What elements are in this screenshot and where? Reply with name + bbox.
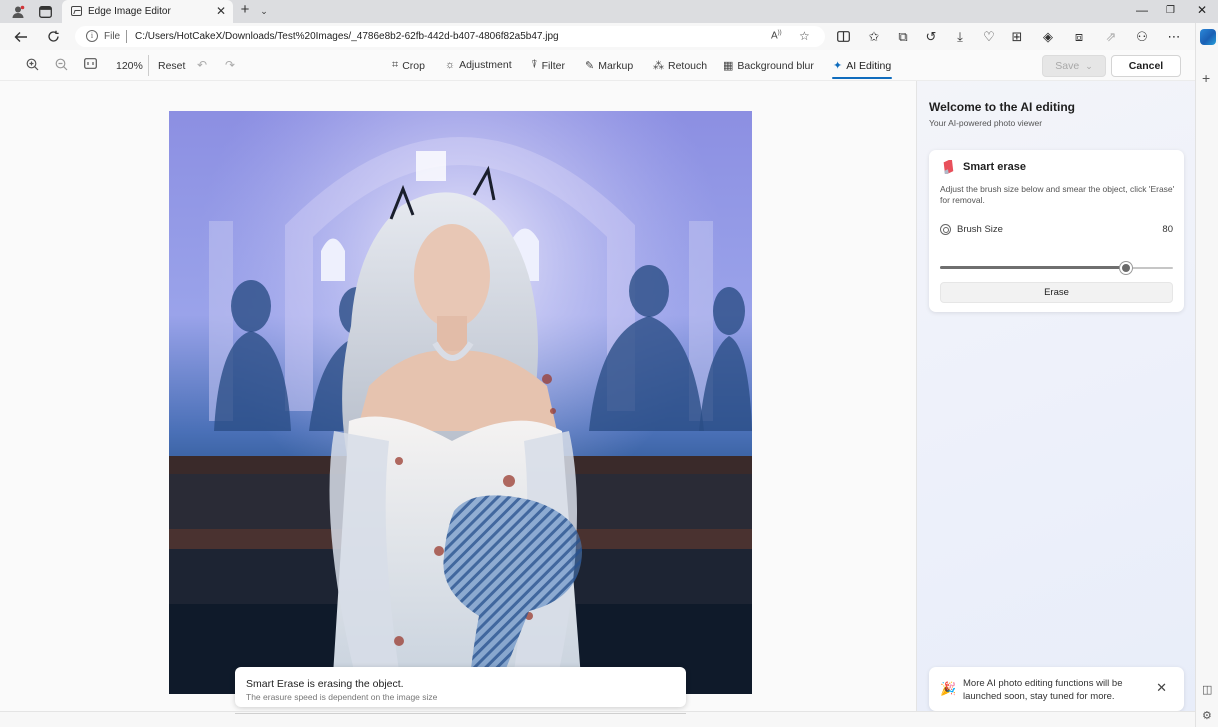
more-menu-icon[interactable]: ⋯ [1165, 28, 1183, 45]
copilot-icon[interactable] [1200, 29, 1216, 45]
tab-title: Edge Image Editor [88, 6, 171, 17]
favorite-star-icon[interactable]: ☆ [799, 29, 810, 43]
close-tab-icon[interactable]: ✕ [216, 4, 226, 18]
coming-soon-notice: 🎉 More AI photo editing functions will b… [929, 667, 1184, 711]
favorites-icon[interactable]: ✩ [865, 28, 883, 45]
navigation-bar: i File C:/Users/HotCakeX/Downloads/Test%… [0, 23, 1218, 50]
brush-size-value: 80 [1162, 224, 1173, 235]
active-tab-indicator [832, 77, 892, 79]
retouch-tool[interactable]: ⁂ Retouch [653, 59, 708, 73]
profile-icon[interactable] [10, 4, 26, 19]
crop-label: Crop [402, 59, 425, 72]
collections-icon[interactable]: ⧉ [894, 28, 912, 45]
split-screen-icon[interactable] [834, 28, 852, 45]
progress-track [235, 713, 686, 714]
read-aloud-icon[interactable]: A)) [771, 30, 782, 41]
crop-icon: ⌗ [392, 59, 399, 71]
hide-sidebar-icon[interactable]: ◫ [1202, 683, 1212, 696]
erasing-toast: Smart Erase is erasing the object. The e… [235, 667, 686, 707]
ai-editing-label: AI Editing [846, 59, 892, 72]
refresh-icon[interactable] [44, 28, 62, 45]
downloads-icon[interactable]: ⤓ [951, 28, 969, 45]
cancel-button[interactable]: Cancel [1111, 55, 1181, 77]
browser-essentials-icon[interactable]: ◈ [1039, 28, 1057, 45]
zoom-level[interactable]: 120% [116, 60, 143, 72]
ai-editing-panel: Welcome to the AI editing Your AI-powere… [916, 81, 1195, 711]
extensions-icon[interactable]: ⊞ [1008, 28, 1026, 45]
filter-icon: ⍒ [531, 59, 538, 71]
image-canvas[interactable]: Smart Erase is erasing the object. The e… [0, 81, 916, 711]
filter-tool[interactable]: ⍒ Filter [531, 59, 565, 72]
workspaces-icon[interactable] [37, 4, 53, 19]
panel-title: Welcome to the AI editing [929, 100, 1076, 114]
toast-title: Smart Erase is erasing the object. [246, 678, 404, 690]
erase-button[interactable]: Erase [940, 282, 1173, 303]
url-text[interactable]: C:/Users/HotCakeX/Downloads/Test%20Image… [135, 31, 559, 42]
share-icon[interactable]: ⇗ [1102, 28, 1120, 45]
fit-to-screen-icon[interactable] [84, 58, 97, 72]
image-editor-favicon-icon [71, 6, 82, 16]
slider-thumb[interactable] [1120, 262, 1133, 274]
filter-label: Filter [541, 59, 565, 72]
sparkle-icon: ✦ [833, 60, 843, 72]
add-sidebar-app-icon[interactable]: + [1202, 70, 1210, 86]
address-divider [126, 30, 127, 43]
save-label: Save [1055, 60, 1080, 72]
zoom-out-icon[interactable] [55, 58, 68, 74]
brightness-icon: ☼ [445, 59, 456, 71]
markup-tool[interactable]: ✎ Markup [585, 59, 634, 73]
markup-label: Markup [598, 59, 634, 72]
new-tab-icon[interactable]: + [237, 1, 253, 18]
smart-erase-description: Adjust the brush size below and smear th… [940, 184, 1175, 205]
back-icon[interactable] [12, 28, 30, 45]
edge-sidebar: + ◫ ⚙ [1195, 23, 1218, 727]
retouch-icon: ⁂ [653, 60, 664, 72]
party-popper-icon: 🎉 [940, 681, 957, 696]
save-chevron-down-icon[interactable]: ⌄ [1085, 61, 1093, 72]
brush-size-slider[interactable] [940, 261, 1173, 275]
slider-fill [940, 266, 1127, 269]
settings-extension-icon[interactable]: ⚇ [1133, 28, 1151, 45]
bottom-strip [0, 711, 1195, 727]
close-notice-icon[interactable]: ✕ [1156, 680, 1167, 696]
eraser-icon [943, 160, 954, 174]
tab-list-chevron-icon[interactable]: ⌄ [256, 4, 272, 19]
toolbar-divider [148, 55, 149, 76]
save-button[interactable]: Save ⌄ [1042, 55, 1106, 77]
adjustment-tool[interactable]: ☼ Adjustment [445, 59, 512, 71]
retouch-label: Retouch [668, 59, 708, 72]
background-blur-label: Background blur [737, 59, 814, 72]
toast-subtitle: The erasure speed is dependent on the im… [246, 692, 438, 702]
brush-size-label: Brush Size [957, 224, 1003, 235]
screenshot-icon[interactable]: ⧈ [1070, 28, 1088, 45]
address-bar[interactable]: i File C:/Users/HotCakeX/Downloads/Test%… [75, 26, 825, 47]
minimize-icon[interactable]: — [1136, 3, 1148, 17]
active-tab[interactable]: Edge Image Editor ✕ [62, 0, 233, 23]
smart-erase-title: Smart erase [963, 161, 1026, 173]
browser-title-bar: Edge Image Editor ✕ + ⌄ — ❐ ✕ [0, 0, 1218, 23]
background-blur-tool[interactable]: ▦ Background blur [723, 59, 814, 73]
smart-erase-card: Smart erase Adjust the brush size below … [929, 150, 1184, 312]
panel-subtitle: Your AI-powered photo viewer [929, 118, 1043, 128]
sidebar-settings-gear-icon[interactable]: ⚙ [1202, 709, 1212, 722]
adjustment-label: Adjustment [459, 59, 512, 71]
restore-icon[interactable]: ❐ [1166, 5, 1175, 16]
close-window-icon[interactable]: ✕ [1197, 3, 1207, 17]
editor-toolbar: 120% Reset ↶ ↷ ⌗ Crop ☼ Adjustment ⍒ Fil… [0, 50, 1218, 81]
crop-tool[interactable]: ⌗ Crop [392, 59, 425, 72]
edited-photo[interactable] [169, 111, 752, 694]
redo-icon[interactable]: ↷ [225, 58, 235, 72]
notice-text: More AI photo editing functions will be … [963, 678, 1123, 702]
undo-icon[interactable]: ↶ [197, 58, 207, 72]
ai-editing-tool[interactable]: ✦ AI Editing [833, 59, 892, 73]
background-blur-icon: ▦ [723, 60, 734, 72]
pen-icon: ✎ [585, 60, 595, 72]
scheme-label: File [104, 31, 121, 42]
brush-size-icon [940, 224, 951, 235]
reset-button[interactable]: Reset [158, 60, 185, 72]
site-info-icon[interactable]: i [86, 30, 98, 42]
zoom-in-icon[interactable] [26, 58, 39, 74]
history-icon[interactable]: ↺ [922, 28, 940, 45]
performance-icon[interactable]: ♡ [980, 28, 998, 45]
